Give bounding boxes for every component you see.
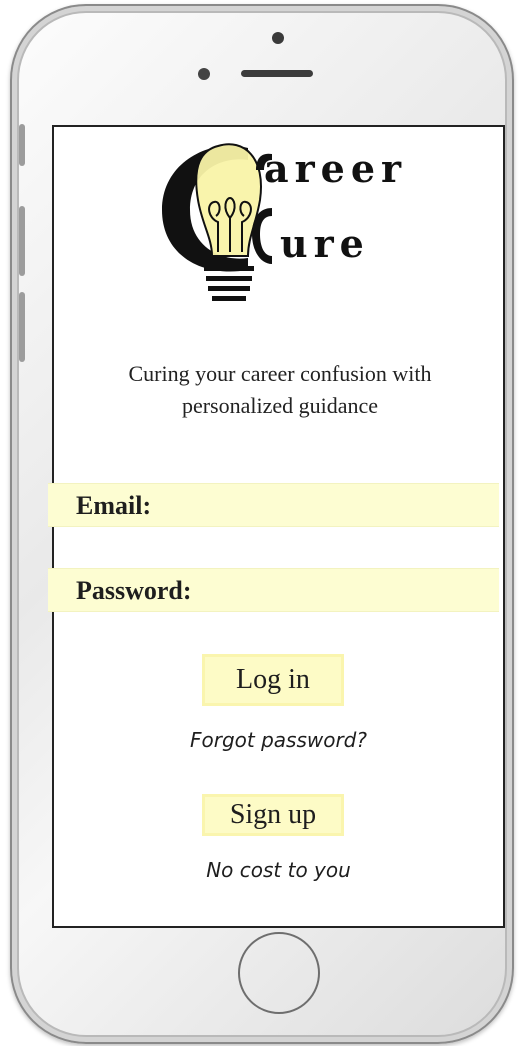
forgot-password-link[interactable]: Forgot password? xyxy=(52,728,505,752)
home-button[interactable] xyxy=(238,932,320,1014)
login-button[interactable]: Log in xyxy=(202,654,344,706)
signup-button[interactable]: Sign up xyxy=(202,794,344,836)
front-camera xyxy=(272,32,284,44)
email-field[interactable]: Email: xyxy=(48,483,499,527)
mute-switch xyxy=(19,124,25,166)
email-input[interactable] xyxy=(218,488,489,522)
logo-text-top: areer xyxy=(264,146,408,191)
volume-up-button xyxy=(19,206,25,276)
tagline-line-1: Curing your career confusion with xyxy=(128,361,432,386)
no-cost-note: No cost to you xyxy=(206,858,351,882)
proximity-sensor xyxy=(198,68,210,80)
logo-text-bottom: ure xyxy=(280,221,370,266)
password-field[interactable]: Password: xyxy=(48,568,499,612)
password-input[interactable] xyxy=(218,573,489,607)
volume-down-button xyxy=(19,292,25,362)
email-label: Email: xyxy=(76,491,152,520)
earpiece-speaker xyxy=(241,70,313,77)
tagline: Curing your career confusion with person… xyxy=(60,358,500,422)
password-label: Password: xyxy=(76,576,192,605)
tagline-line-2: personalized guidance xyxy=(181,393,379,418)
